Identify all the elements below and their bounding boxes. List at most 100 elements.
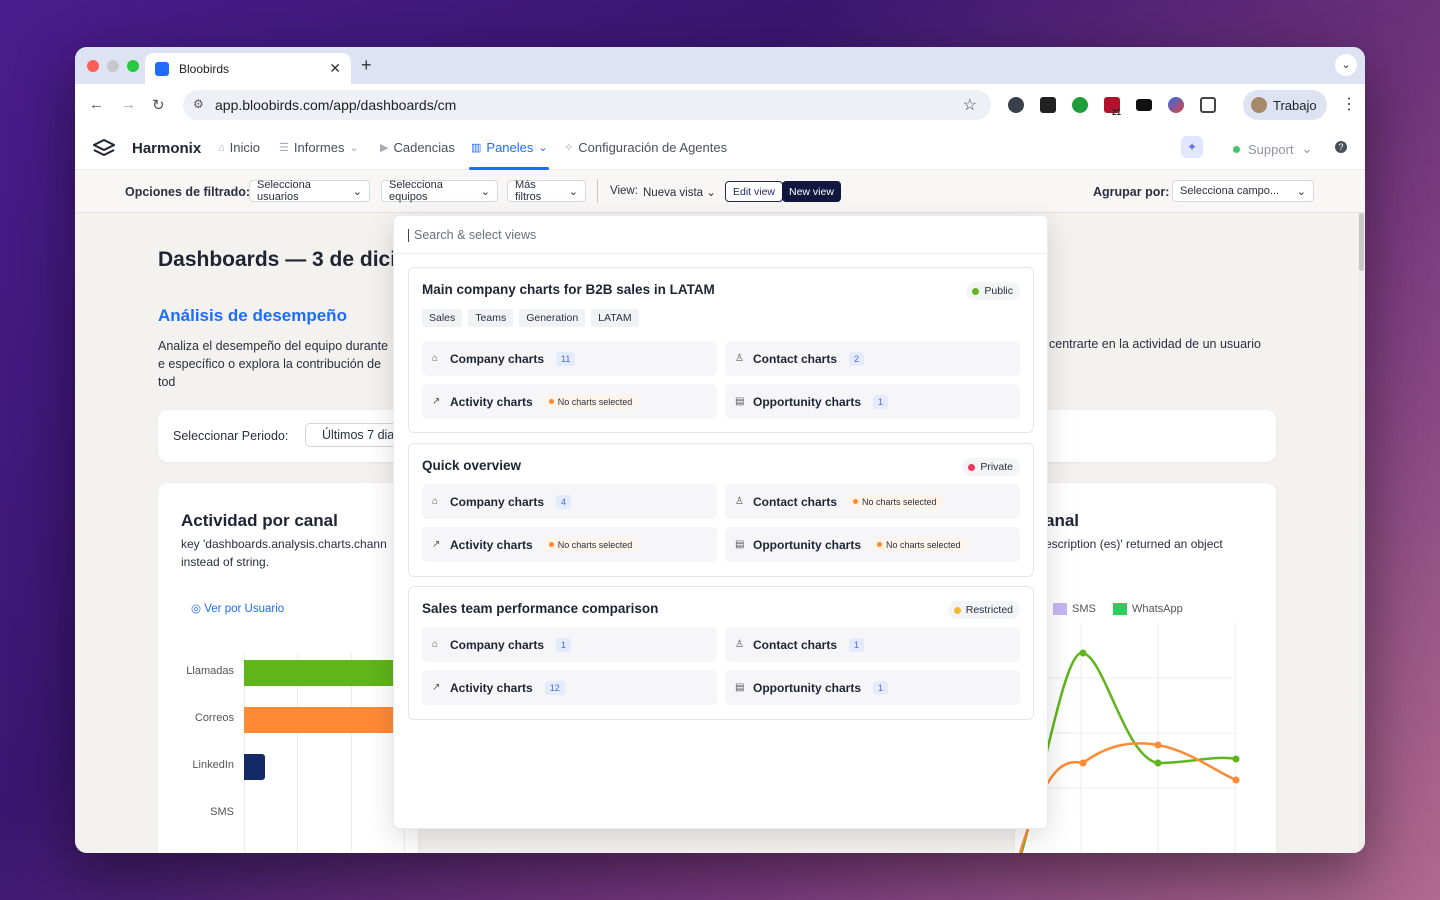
eye-extension-icon[interactable] xyxy=(1072,97,1088,113)
period-label: Seleccionar Periodo: xyxy=(173,429,289,443)
font-extension-icon[interactable] xyxy=(1040,97,1056,113)
building-icon: ⌂ xyxy=(432,639,439,650)
view-by-user-link[interactable]: ◎ Ver por Usuario xyxy=(191,601,284,615)
help-icon[interactable]: ? xyxy=(1335,141,1347,153)
status-dot-icon xyxy=(548,542,554,547)
nav-item-inicio[interactable]: ⌂ Inicio xyxy=(218,140,260,155)
back-icon[interactable]: ← xyxy=(89,96,104,113)
views-search-input[interactable]: Search & select views xyxy=(394,216,1049,254)
chart-group-cell[interactable]: ▤ Opportunity charts 1 xyxy=(725,670,1020,705)
visibility-badge: Public xyxy=(966,282,1020,300)
group-by-select[interactable]: Selecciona campo... ⌄ xyxy=(1172,180,1314,202)
nav-item-informes[interactable]: ☰ Informes ⌄ xyxy=(279,140,359,155)
bookmark-star-icon[interactable]: ☆ xyxy=(963,95,977,115)
chart-group-cell[interactable]: ⌂ Company charts 11 xyxy=(422,341,717,376)
cell-label: Activity charts xyxy=(450,537,533,552)
visibility-label: Public xyxy=(984,285,1013,297)
teams-select[interactable]: Selecciona equipos ⌄ xyxy=(381,179,498,203)
scrollbar[interactable] xyxy=(1358,213,1365,853)
chevron-down-icon: ⌄ xyxy=(1301,141,1313,156)
online-status-icon xyxy=(1233,145,1240,153)
color-extension-icon[interactable] xyxy=(1168,97,1184,113)
browser-tab[interactable]: Bloobirds ✕ xyxy=(145,53,351,84)
chart-group-cell[interactable]: ▤ Opportunity charts 1 xyxy=(725,384,1020,419)
scrollbar-thumb[interactable] xyxy=(1359,213,1364,271)
chart-group-cell[interactable]: ♙ Contact charts No charts selected xyxy=(725,484,1020,519)
nav-item-label: Cadencias xyxy=(393,140,455,155)
extensions-puzzle-icon[interactable] xyxy=(1200,97,1216,113)
chart-group-cell[interactable]: ▤ Opportunity charts No charts selected xyxy=(725,527,1020,562)
status-dot-icon xyxy=(968,463,976,471)
view-title: Quick overview xyxy=(422,458,522,473)
bar-llamadas xyxy=(244,660,418,686)
legend-item-sms[interactable]: SMS xyxy=(1053,603,1096,615)
new-view-button[interactable]: New view xyxy=(782,181,841,202)
chart-group-cell[interactable]: ⌂ Company charts 1 xyxy=(422,627,717,662)
chart-group-cell[interactable]: ↗ Activity charts No charts selected xyxy=(422,384,717,419)
maximize-window-button[interactable] xyxy=(127,60,139,72)
search-placeholder: Search & select views xyxy=(414,228,537,242)
trend-icon: ↗ xyxy=(432,539,441,550)
cell-label: Opportunity charts xyxy=(753,394,862,409)
nav-item-label: Paneles xyxy=(486,140,534,155)
view-title: Main company charts for B2B sales in LAT… xyxy=(422,282,715,297)
text-cursor xyxy=(408,229,409,243)
chevron-down-icon: ⌄ xyxy=(352,185,362,198)
chart-group-cell[interactable]: ⌂ Company charts 4 xyxy=(422,484,717,519)
cell-label: Company charts xyxy=(450,351,545,366)
nav-item-configuracion[interactable]: ✧ Configuración de Agentes xyxy=(564,140,727,155)
chart-group-cell[interactable]: ♙ Contact charts 2 xyxy=(725,341,1020,376)
more-filters-label: Más filtros xyxy=(515,179,542,203)
person-icon: ♙ xyxy=(735,496,744,507)
profile-button[interactable]: Trabajo xyxy=(1243,90,1327,120)
tag: Teams xyxy=(468,309,514,327)
more-filters-button[interactable]: Más filtros ⌄ xyxy=(507,179,586,203)
harmonix-logo-icon[interactable] xyxy=(91,138,117,162)
new-tab-icon[interactable]: + xyxy=(361,55,372,76)
tab-strip: Bloobirds ✕ + ⌄ xyxy=(75,47,1365,84)
site-settings-icon[interactable]: ⚙ xyxy=(193,97,204,111)
edit-view-button[interactable]: Edit view xyxy=(725,181,784,202)
view-card[interactable]: Quick overview Private ⌂ Company charts 4 … xyxy=(408,443,1034,577)
view-title: Sales team performance comparison xyxy=(422,601,659,616)
cell-label: Activity charts xyxy=(450,394,533,409)
users-select[interactable]: Selecciona usuarios ⌄ xyxy=(249,179,370,203)
chart-group-cell[interactable]: ↗ Activity charts No charts selected xyxy=(422,527,717,562)
period-select[interactable]: Últimos 7 dia xyxy=(305,423,405,447)
extension-badge: 21 xyxy=(1112,108,1121,117)
extension-icon[interactable] xyxy=(1008,97,1024,113)
tab-search-icon[interactable]: ⌄ xyxy=(1335,54,1357,76)
reload-icon[interactable]: ↻ xyxy=(152,96,165,114)
home-icon: ⌂ xyxy=(218,141,225,154)
url-field[interactable]: ⚙ app.bloobirds.com/app/dashboards/cm ☆ xyxy=(183,90,991,120)
close-window-button[interactable] xyxy=(87,60,99,72)
support-dropdown[interactable]: Support ⌄ xyxy=(1233,141,1312,157)
close-tab-icon[interactable]: ✕ xyxy=(329,60,341,77)
chart-card-right: anal escription (es)' returned an object… xyxy=(1015,483,1276,853)
view-card[interactable]: Main company charts for B2B sales in LAT… xyxy=(408,267,1034,433)
video-extension-icon[interactable] xyxy=(1136,99,1152,111)
status-badge: No charts selected xyxy=(849,494,942,509)
chevron-down-icon: ⌄ xyxy=(538,142,548,154)
cell-label: Company charts xyxy=(450,637,545,652)
chart-group-cell[interactable]: ↗ Activity charts 12 xyxy=(422,670,717,705)
nav-item-cadencias[interactable]: ▶ Cadencias xyxy=(380,140,455,155)
view-label: View: xyxy=(610,185,638,197)
minimize-window-button[interactable] xyxy=(107,60,119,72)
status-dot-icon xyxy=(548,399,554,404)
data-point xyxy=(1154,759,1162,767)
forward-icon[interactable]: → xyxy=(121,96,136,113)
view-select[interactable]: Nueva vista ⌄ xyxy=(643,185,716,199)
status-text: No charts selected xyxy=(557,539,633,550)
browser-menu-icon[interactable]: ⋮ xyxy=(1341,94,1357,114)
count-badge: 4 xyxy=(556,494,572,509)
nav-item-paneles[interactable]: ▥ Paneles ⌄ xyxy=(471,140,548,155)
nav-item-label: Informes xyxy=(293,140,345,155)
legend-item-whatsapp[interactable]: WhatsApp xyxy=(1113,603,1183,615)
section-description: Analiza el desempeño del equipo durante … xyxy=(158,339,389,389)
support-label: Support xyxy=(1248,141,1294,157)
cell-label: Opportunity charts xyxy=(753,680,862,695)
magic-wand-icon[interactable]: ✦ xyxy=(1181,136,1203,158)
view-card[interactable]: Sales team performance comparison Restri… xyxy=(408,586,1034,720)
chart-group-cell[interactable]: ♙ Contact charts 1 xyxy=(725,627,1020,662)
